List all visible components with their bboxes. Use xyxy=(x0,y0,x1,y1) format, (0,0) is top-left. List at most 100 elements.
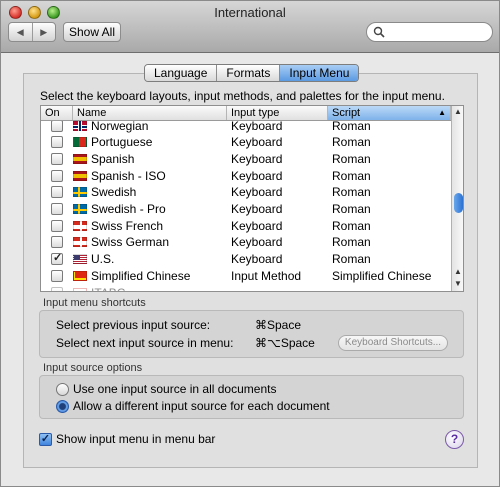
row-name-cell: Spanish xyxy=(73,152,227,166)
instructions-text: Select the keyboard layouts, input metho… xyxy=(40,89,445,103)
row-script: Roman xyxy=(332,218,371,233)
row-name-cell: Swiss French xyxy=(73,219,227,233)
enable-checkbox[interactable] xyxy=(51,152,63,165)
radio-per-document-source-label[interactable]: Allow a different input source for each … xyxy=(73,399,330,413)
preferences-window: International ◀ ▶ Show All Language Form… xyxy=(0,0,500,487)
table-row[interactable]: Swedish - Pro Keyboard Roman xyxy=(41,201,451,218)
radio-one-source[interactable] xyxy=(56,383,69,396)
help-button[interactable]: ? xyxy=(445,430,464,449)
row-script: Simplified Chinese xyxy=(332,268,432,283)
window-title: International xyxy=(214,5,286,20)
sweden-pro-flag-icon xyxy=(73,204,87,214)
column-header-script-label: Script xyxy=(332,107,361,119)
row-on-cell xyxy=(41,136,73,149)
row-on-cell xyxy=(41,236,73,249)
table-row[interactable]: Swiss German Keyboard Roman xyxy=(41,234,451,251)
table-row[interactable]: ITABC xyxy=(41,284,451,291)
spain-iso-flag-icon xyxy=(73,170,87,181)
enable-checkbox[interactable] xyxy=(51,136,63,149)
row-input-type: Input Method xyxy=(231,268,302,283)
tab-language[interactable]: Language xyxy=(145,65,218,81)
enable-checkbox[interactable] xyxy=(51,236,63,249)
row-name: ITABC xyxy=(91,286,125,292)
column-header-input-type[interactable]: Input type xyxy=(227,106,328,120)
row-name: Swedish - Pro xyxy=(91,202,166,216)
row-name-cell: Norwegian xyxy=(73,121,227,133)
show-input-menu-checkbox[interactable]: ✓ xyxy=(39,433,52,446)
keyboard-shortcuts-button[interactable]: Keyboard Shortcuts... xyxy=(338,335,448,351)
row-input-type: Keyboard xyxy=(231,135,283,150)
enable-checkbox[interactable] xyxy=(51,269,63,282)
row-name-cell: Portuguese xyxy=(73,135,227,149)
table-header: On Name Input type Script ▲ xyxy=(41,106,451,121)
radio-per-document-source[interactable] xyxy=(56,400,69,413)
row-input-type: Keyboard xyxy=(231,252,283,267)
radio-one-source-label[interactable]: Use one input source in all documents xyxy=(73,382,276,396)
row-name: Simplified Chinese xyxy=(91,268,191,283)
table-row[interactable]: Spanish Keyboard Roman xyxy=(41,150,451,167)
previous-source-label: Select previous input source: xyxy=(56,318,211,332)
switzerland-flag-icon xyxy=(73,220,87,231)
row-name: U.S. xyxy=(91,252,115,267)
column-header-name[interactable]: Name xyxy=(73,106,227,120)
table-row[interactable]: Simplified Chinese Input Method Simplifi… xyxy=(41,267,451,284)
enable-checkbox[interactable] xyxy=(51,186,63,199)
sort-ascending-icon: ▲ xyxy=(438,108,446,117)
scroll-up-arrow-icon[interactable]: ▲ xyxy=(452,266,463,278)
table-row[interactable]: Norwegian Keyboard Roman xyxy=(41,121,451,134)
column-header-script[interactable]: Script ▲ xyxy=(328,106,451,120)
row-script: Roman xyxy=(332,235,371,250)
row-on-cell xyxy=(41,269,73,282)
usa-flag-icon xyxy=(73,254,87,265)
spain-flag-icon xyxy=(73,153,87,164)
row-name-cell: ITABC xyxy=(73,286,227,292)
enable-checkbox[interactable] xyxy=(51,169,63,182)
enable-checkbox[interactable] xyxy=(51,251,63,266)
enable-checkbox[interactable] xyxy=(51,219,63,232)
row-name: Swedish xyxy=(91,185,137,200)
enable-checkbox[interactable] xyxy=(51,203,63,215)
row-input-type: Keyboard xyxy=(231,185,283,200)
row-name-cell: Simplified Chinese xyxy=(73,269,227,283)
row-script: Roman xyxy=(332,202,371,216)
show-input-menu-label[interactable]: Show input menu in menu bar xyxy=(56,432,215,446)
row-input-type: Keyboard xyxy=(231,202,283,216)
back-arrow-icon[interactable]: ◀ xyxy=(9,23,33,41)
row-name-cell: U.S. xyxy=(73,252,227,266)
row-input-type: Keyboard xyxy=(231,168,283,183)
row-input-type: Keyboard xyxy=(231,235,283,250)
row-name-cell: Swedish - Pro xyxy=(73,202,227,216)
row-script: Roman xyxy=(332,252,371,267)
options-group-title: Input source options xyxy=(43,362,143,374)
column-header-on[interactable]: On xyxy=(41,106,73,120)
table-row[interactable]: Spanish - ISO Keyboard Roman xyxy=(41,167,451,184)
tab-input-menu[interactable]: Input Menu xyxy=(280,65,359,81)
row-name: Swiss German xyxy=(91,235,170,250)
scroll-down-arrow-icon[interactable]: ▼ xyxy=(452,278,463,290)
vertical-scrollbar[interactable]: ▲ ▲ ▼ xyxy=(451,106,463,291)
table-row[interactable]: Portuguese Keyboard Roman xyxy=(41,134,451,151)
forward-arrow-icon[interactable]: ▶ xyxy=(33,23,56,41)
table-row[interactable]: Swedish Keyboard Roman xyxy=(41,184,451,201)
table-body: Norwegian Keyboard Roman Portuguese Keyb… xyxy=(41,121,451,291)
sweden-flag-icon xyxy=(73,187,87,198)
row-on-cell xyxy=(41,203,73,215)
row-name-cell: Swedish xyxy=(73,185,227,199)
row-name: Norwegian xyxy=(91,121,149,133)
show-all-button[interactable]: Show All xyxy=(63,22,121,42)
table-row[interactable]: U.S. Keyboard Roman xyxy=(41,251,451,268)
tab-formats[interactable]: Formats xyxy=(217,65,281,81)
row-on-cell xyxy=(41,219,73,232)
next-source-label: Select next input source in menu: xyxy=(56,336,234,350)
scroll-up-arrow-icon[interactable]: ▲ xyxy=(452,106,463,118)
scrollbar-thumb[interactable] xyxy=(454,193,463,213)
row-input-type: Keyboard xyxy=(231,151,283,166)
china-flag-icon xyxy=(73,270,87,281)
table-row[interactable]: Swiss French Keyboard Roman xyxy=(41,217,451,234)
search-field[interactable] xyxy=(366,22,493,42)
row-script: Roman xyxy=(332,185,371,200)
enable-checkbox[interactable] xyxy=(51,286,63,291)
row-input-type: Keyboard xyxy=(231,121,283,133)
norway-flag-icon xyxy=(73,121,87,131)
enable-checkbox[interactable] xyxy=(51,121,63,132)
